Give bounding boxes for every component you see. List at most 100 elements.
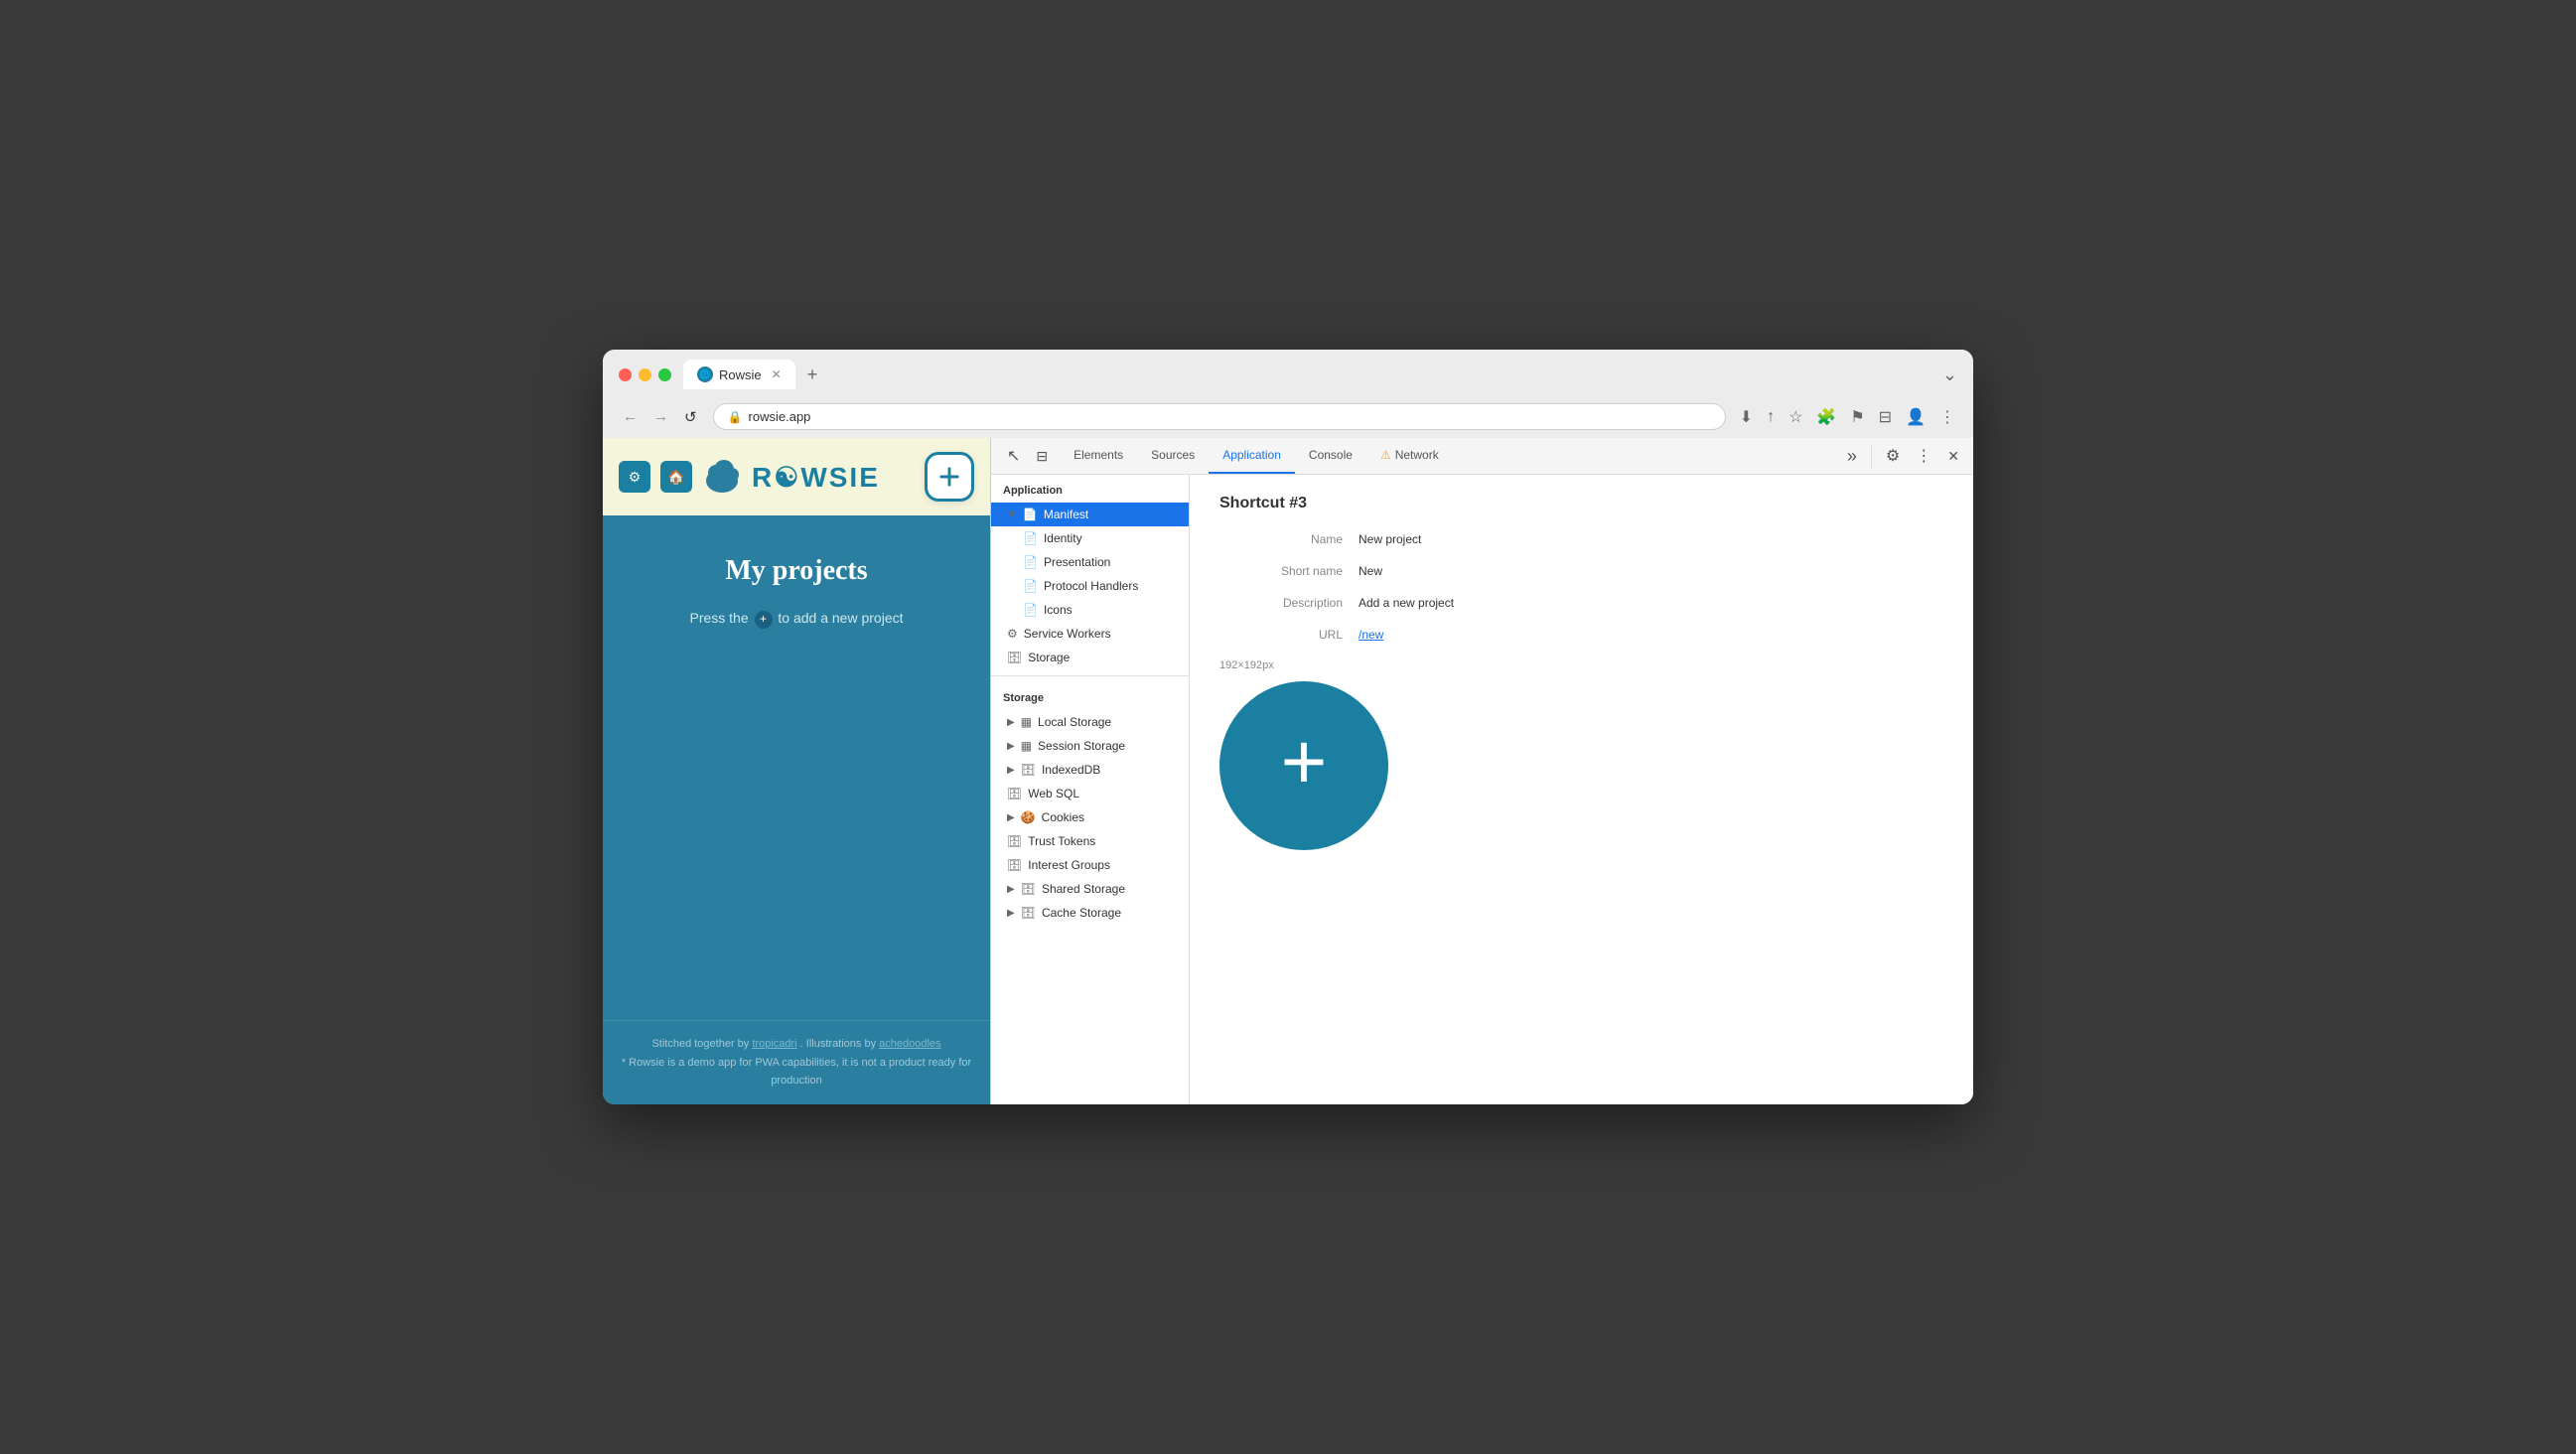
icon-preview-plus: + [1281, 722, 1328, 801]
devtools-dots-button[interactable]: ⋮ [1910, 440, 1937, 472]
cursor-icon[interactable]: ↖ [999, 438, 1028, 474]
site-icon-settings: ⚙ [619, 461, 650, 493]
app-sidebar: Application ▼ 📄 Manifest 📄 Identity 📄 Pr… [991, 475, 1190, 1104]
manifest-label: Manifest [1044, 508, 1088, 521]
local-storage-chevron: ▶ [1007, 717, 1015, 728]
sidebar-item-presentation[interactable]: 📄 Presentation [991, 550, 1189, 574]
refresh-button[interactable]: ↺ [680, 406, 701, 428]
icons-file-icon: 📄 [1023, 603, 1038, 617]
minimize-traffic-light[interactable] [639, 368, 651, 381]
identity-label: Identity [1044, 531, 1082, 545]
download-button[interactable]: ⬇ [1738, 405, 1755, 429]
cache-storage-label: Cache Storage [1042, 906, 1121, 920]
forward-button[interactable]: → [649, 406, 672, 427]
footer-link-tropicadri[interactable]: tropicadri [752, 1038, 796, 1050]
field-label-name: Name [1219, 532, 1359, 546]
sidebar-item-cache-storage[interactable]: ▶ 🗄 Cache Storage [991, 901, 1189, 925]
flag-button[interactable]: ⚑ [1848, 405, 1866, 429]
site-footer: Stitched together by tropicadri . Illust… [603, 1020, 990, 1104]
web-sql-icon: 🗄 [1007, 787, 1022, 800]
cache-storage-icon: 🗄 [1021, 906, 1036, 920]
sidebar-item-indexed-db[interactable]: ▶ 🗄 IndexedDB [991, 758, 1189, 782]
field-label-shortname: Short name [1219, 564, 1359, 578]
share-button[interactable]: ↑ [1765, 406, 1777, 428]
tab-title: Rowsie [719, 367, 762, 382]
session-storage-label: Session Storage [1038, 739, 1125, 753]
sidebar-item-storage-app[interactable]: 🗄 Storage [991, 646, 1189, 669]
new-tab-button[interactable]: + [799, 361, 826, 389]
profile-button[interactable]: 👤 [1904, 405, 1928, 429]
website-content: ⚙ 🏠 R☯WSIE [603, 438, 990, 1104]
sidebar-item-service-workers[interactable]: ⚙ Service Workers [991, 622, 1189, 646]
more-button[interactable]: ⋮ [1937, 405, 1957, 429]
presentation-label: Presentation [1044, 555, 1110, 569]
tab-elements[interactable]: Elements [1060, 438, 1137, 474]
protocol-file-icon: 📄 [1023, 579, 1038, 593]
tab-network-label: Network [1395, 448, 1439, 462]
field-value-url[interactable]: /new [1359, 628, 1383, 642]
local-storage-label: Local Storage [1038, 715, 1111, 729]
devtools-close-button[interactable]: ✕ [1941, 442, 1965, 471]
extension-button[interactable]: 🧩 [1814, 405, 1838, 429]
interest-groups-label: Interest Groups [1028, 858, 1110, 872]
nav-buttons: ← → ↺ [619, 406, 701, 428]
devtools-more-tabs-button[interactable]: » [1841, 440, 1863, 473]
tab-application[interactable]: Application [1209, 438, 1295, 474]
tab-bar: 🌐 Rowsie ✕ + ⌄ [683, 360, 1957, 389]
sidebar-item-interest-groups[interactable]: 🗄 Interest Groups [991, 853, 1189, 877]
maximize-traffic-light[interactable] [658, 368, 671, 381]
tab-network[interactable]: ⚠ Network [1366, 438, 1453, 474]
site-title: My projects [725, 555, 867, 587]
sidebar-item-manifest[interactable]: ▼ 📄 Manifest [991, 503, 1189, 526]
shared-storage-chevron: ▶ [1007, 884, 1015, 895]
shortcut-row-url: URL /new [1219, 628, 1943, 642]
add-project-button[interactable] [925, 452, 974, 502]
sidebar-item-trust-tokens[interactable]: 🗄 Trust Tokens [991, 829, 1189, 853]
lock-icon: 🔒 [728, 410, 743, 424]
sidebar-item-shared-storage[interactable]: ▶ 🗄 Shared Storage [991, 877, 1189, 901]
layout-icon[interactable]: ⊟ [1028, 440, 1056, 473]
session-storage-icon: ▦ [1021, 739, 1032, 753]
bookmark-button[interactable]: ☆ [1787, 405, 1804, 429]
devtools-separator [1871, 444, 1872, 468]
cookies-chevron: ▶ [1007, 812, 1015, 823]
site-mascot-icon [702, 457, 742, 497]
title-bar: 🌐 Rowsie ✕ + ⌄ [603, 350, 1973, 397]
shortcut-title: Shortcut #3 [1219, 495, 1943, 512]
tab-overflow-button[interactable]: ⌄ [1942, 364, 1957, 385]
tab-sources[interactable]: Sources [1137, 438, 1209, 474]
web-sql-label: Web SQL [1028, 787, 1079, 800]
tablet-button[interactable]: ⊟ [1877, 405, 1894, 429]
presentation-file-icon: 📄 [1023, 555, 1038, 569]
sidebar-item-web-sql[interactable]: 🗄 Web SQL [991, 782, 1189, 805]
devtools-settings-button[interactable]: ⚙ [1880, 440, 1906, 472]
address-bar: ← → ↺ 🔒 rowsie.app ⬇ ↑ ☆ 🧩 ⚑ ⊟ 👤 ⋮ [603, 397, 1973, 438]
sidebar-item-cookies[interactable]: ▶ 🍪 Cookies [991, 805, 1189, 829]
shared-storage-icon: 🗄 [1021, 882, 1036, 896]
protocol-label: Protocol Handlers [1044, 579, 1138, 593]
footer-link-achedoodles[interactable]: achedoodles [879, 1038, 940, 1050]
sidebar-item-identity[interactable]: 📄 Identity [991, 526, 1189, 550]
sidebar-item-session-storage[interactable]: ▶ ▦ Session Storage [991, 734, 1189, 758]
tab-console[interactable]: Console [1295, 438, 1366, 474]
sidebar-item-icons[interactable]: 📄 Icons [991, 598, 1189, 622]
traffic-lights [619, 368, 671, 381]
tab-favicon: 🌐 [697, 366, 713, 382]
tab-close-button[interactable]: ✕ [772, 367, 782, 381]
browser-tab-rowsie[interactable]: 🌐 Rowsie ✕ [683, 360, 795, 389]
site-icon-gear: 🏠 [660, 461, 692, 493]
sidebar-section-application: Application [991, 475, 1189, 503]
local-storage-icon: ▦ [1021, 715, 1032, 729]
back-button[interactable]: ← [619, 406, 642, 427]
address-input[interactable]: 🔒 rowsie.app [713, 403, 1726, 430]
site-desc-plus-icon: + [755, 611, 773, 629]
site-logo-text: R☯WSIE [752, 461, 880, 494]
manifest-chevron-icon: ▼ [1007, 509, 1017, 520]
close-traffic-light[interactable] [619, 368, 632, 381]
icons-label: Icons [1044, 603, 1073, 617]
storage-app-icon: 🗄 [1007, 651, 1022, 664]
site-footer-text: Stitched together by tropicadri . Illust… [619, 1035, 974, 1090]
icon-preview-circle: + [1219, 681, 1388, 850]
sidebar-item-protocol-handlers[interactable]: 📄 Protocol Handlers [991, 574, 1189, 598]
sidebar-item-local-storage[interactable]: ▶ ▦ Local Storage [991, 710, 1189, 734]
